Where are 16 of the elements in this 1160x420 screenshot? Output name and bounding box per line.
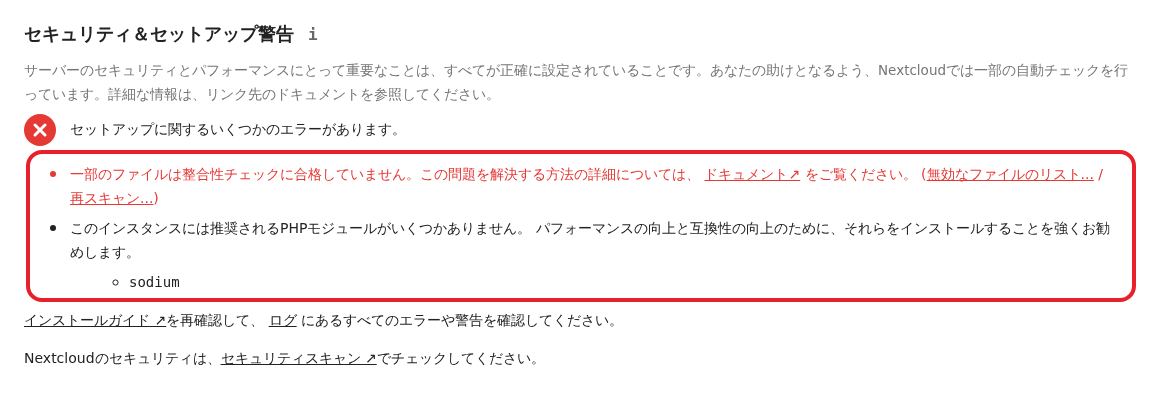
section-title: セキュリティ＆セットアップ警告 (24, 22, 294, 46)
link[interactable]: ドキュメント↗ (704, 166, 801, 182)
link[interactable]: 無効なファイルのリスト... (926, 166, 1094, 182)
description-text: サーバーのセキュリティとパフォーマンスにとって重要なことは、すべてが正確に設定されていることです。あなたの助けとなるよう、Nextcloudでは一部の自動チェックを行っています。詳細な情報は、リンク先のドキュメントを参照してください。 (24, 61, 1129, 104)
hint-text: インストールガイド ↗を再確認して、 ログ にあるすべてのエラーや警告を確認してください。 (24, 311, 625, 330)
issue-text: 一部のファイルは整合性チェックに合格していません。この問題を解決する方法の詳細については、 ドキュメント↗ をご覧ください。 (無効なファイルのリスト... / 再スキャン...) (70, 165, 1105, 208)
bullet-icon (112, 278, 119, 286)
issue-text: このインスタンスには推奨されるPHPモジュールがいくつかありません。 パフォーマンスの向上と互換性の向上のために、それらをインストールすることを強くお勧めします。 (70, 219, 1111, 262)
info-icon[interactable]: i (308, 24, 318, 44)
hint-text: Nextcloudのセキュリティは、セキュリティスキャン ↗でチェックしてください。 (24, 349, 546, 368)
status-text: セットアップに関するいくつかのエラーがあります。 (70, 121, 406, 139)
link[interactable]: インストールガイド ↗ (24, 312, 167, 328)
link[interactable]: 再スキャン... (70, 190, 154, 206)
module-name: sodium (129, 274, 180, 290)
link[interactable]: ログ (268, 312, 297, 328)
link[interactable]: セキュリティスキャン ↗ (220, 350, 377, 366)
